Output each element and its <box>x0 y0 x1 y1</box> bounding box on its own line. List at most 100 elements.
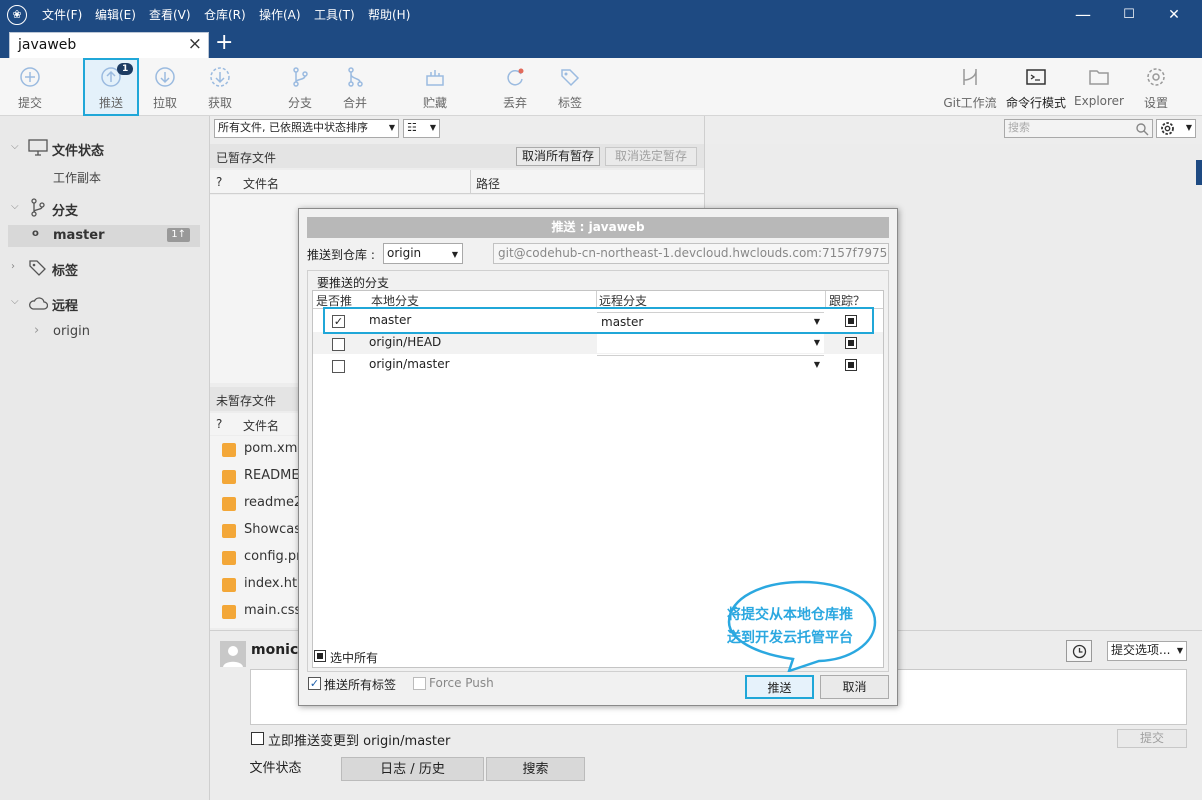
unstage-all-button[interactable]: 取消所有暂存 <box>516 147 600 166</box>
terminal-button[interactable]: 命令行模式 <box>1004 58 1068 116</box>
repo-tab[interactable]: javaweb × <box>9 32 209 58</box>
staged-files-title: 已暂存文件 <box>216 151 277 165</box>
push-immediately-label: 立即推送变更到 origin/master <box>268 734 451 749</box>
stash-button[interactable]: 贮藏 <box>407 58 463 116</box>
remote-select[interactable]: origin ▼ <box>383 243 463 264</box>
column-filename[interactable]: 文件名 <box>243 417 279 434</box>
menu-tools[interactable]: 工具(T) <box>314 6 355 23</box>
menu-edit[interactable]: 编辑(E) <box>95 6 136 23</box>
push-all-tags-checkbox[interactable]: ✓ <box>308 677 321 690</box>
file-sort-value: 所有文件, 已依照选中状态排序 <box>218 121 368 134</box>
push-count-badge: 1 <box>117 63 134 75</box>
menu-view[interactable]: 查看(V) <box>149 6 191 23</box>
table-row[interactable]: origin/HEAD ▼ <box>313 332 883 354</box>
select-all-checkbox[interactable] <box>314 650 326 662</box>
new-tab-button[interactable]: + <box>215 30 233 55</box>
tag-button[interactable]: 标签 <box>542 58 598 116</box>
commit-options-value: 提交选项... <box>1111 643 1171 657</box>
sidebar-item-remotes[interactable]: ⌵ 远程 <box>0 293 210 314</box>
push-branch-checkbox[interactable] <box>332 338 345 351</box>
tag-icon <box>561 69 580 87</box>
sidebar-item-branches[interactable]: ⌵ 分支 <box>0 198 210 219</box>
view-mode-select[interactable]: ☷ ▼ <box>403 119 440 138</box>
track-checkbox[interactable] <box>845 337 857 349</box>
fetch-button[interactable]: 获取 <box>192 58 248 116</box>
sidebar-item-file-status[interactable]: ⌵ 文件状态 <box>0 138 210 159</box>
chevron-down-icon: ⌵ <box>11 141 19 152</box>
branches-group-title: 要推送的分支 <box>317 276 390 290</box>
staged-column-headers: ? 文件名 路径 <box>210 170 704 194</box>
branch-button[interactable]: 分支 <box>272 58 328 116</box>
gear-icon <box>1161 122 1174 135</box>
gear-icon <box>1147 68 1165 86</box>
modified-file-icon <box>222 497 236 511</box>
column-status: ? <box>216 175 223 189</box>
file-name: main.css <box>244 603 302 618</box>
origin-remote-label: origin <box>53 324 91 339</box>
tab-search[interactable]: 搜索 <box>486 757 585 781</box>
dropdown-arrow-icon: ▼ <box>388 123 395 132</box>
merge-button[interactable]: 合并 <box>327 58 383 116</box>
pull-label: 拉取 <box>152 96 177 110</box>
branch-icon <box>31 198 45 217</box>
file-sort-select[interactable]: 所有文件, 已依照选中状态排序 ▼ <box>214 119 399 138</box>
maximize-button[interactable]: ☐ <box>1118 4 1140 26</box>
modified-file-icon <box>222 551 236 565</box>
push-branch-checkbox[interactable] <box>332 360 345 373</box>
sidebar-item-origin[interactable]: › origin <box>0 322 210 342</box>
table-row[interactable]: origin/master ▼ <box>313 354 883 376</box>
toolbar: 提交 1 推送 拉取 获取 分支 合并 贮藏 丢弃 标签 Git工作流 命令行模… <box>0 58 1202 116</box>
tab-close-icon[interactable]: × <box>188 34 202 54</box>
sidebar: ⌵ 文件状态 工作副本 ⌵ 分支 o master 1↑ › 标签 ⌵ 远程 ›… <box>0 116 210 800</box>
explorer-button[interactable]: Explorer <box>1071 58 1127 116</box>
search-input[interactable]: 搜索 <box>1004 119 1153 138</box>
remote-url-field[interactable]: git@codehub-cn-northeast-1.devcloud.hwcl… <box>493 243 889 264</box>
merge-label: 合并 <box>342 96 367 110</box>
menu-repository[interactable]: 仓库(R) <box>204 6 246 23</box>
stash-icon <box>426 70 444 86</box>
plus-circle-icon <box>20 67 40 87</box>
push-all-tags-label: 推送所有标签 <box>324 678 397 692</box>
menu-actions[interactable]: 操作(A) <box>259 6 301 23</box>
settings-label: 设置 <box>1143 96 1168 110</box>
dropdown-arrow-icon: ▼ <box>813 338 820 347</box>
tab-file-status[interactable]: 文件状态 <box>210 757 341 781</box>
push-immediately-checkbox[interactable] <box>251 732 264 745</box>
force-push-checkbox[interactable] <box>413 677 426 690</box>
commit-options-select[interactable]: 提交选项... ▼ <box>1107 641 1187 661</box>
discard-icon <box>507 68 524 86</box>
git-flow-button[interactable]: Git工作流 <box>938 58 1002 116</box>
chevron-right-icon: › <box>11 261 15 272</box>
history-button[interactable] <box>1066 640 1092 662</box>
terminal-icon <box>1026 69 1046 85</box>
menu-help[interactable]: 帮助(H) <box>368 6 410 23</box>
unstage-selected-button[interactable]: 取消选定暂存 <box>605 147 697 166</box>
modified-file-icon <box>222 524 236 538</box>
menu-file[interactable]: 文件(F) <box>42 6 82 23</box>
sidebar-item-working-copy[interactable]: 工作副本 <box>0 167 210 187</box>
push-submit-button[interactable]: 推送 <box>745 675 814 699</box>
search-options-button[interactable]: ▼ <box>1156 119 1196 138</box>
list-view-icon: ☷ <box>407 121 417 134</box>
pull-button[interactable]: 拉取 <box>137 58 193 116</box>
push-button[interactable]: 1 推送 <box>83 58 139 116</box>
column-status: ? <box>216 417 223 431</box>
settings-button[interactable]: 设置 <box>1128 58 1184 116</box>
scroll-indicator[interactable] <box>1196 160 1202 185</box>
remote-branch-combo[interactable]: ▼ <box>597 333 824 353</box>
tab-log-history[interactable]: 日志 / 历史 <box>341 757 484 781</box>
remote-branch-combo[interactable]: ▼ <box>597 355 824 375</box>
modified-file-icon <box>222 443 236 457</box>
column-filename[interactable]: 文件名 <box>243 175 279 192</box>
sidebar-item-tags[interactable]: › 标签 <box>0 258 210 279</box>
minimize-button[interactable]: — <box>1072 4 1094 26</box>
cancel-button[interactable]: 取消 <box>820 675 889 699</box>
column-path[interactable]: 路径 <box>476 175 500 192</box>
commit-submit-button[interactable]: 提交 <box>1117 729 1187 748</box>
commit-button[interactable]: 提交 <box>2 58 58 116</box>
track-checkbox[interactable] <box>845 359 857 371</box>
close-window-button[interactable]: ✕ <box>1163 4 1185 26</box>
sidebar-item-master[interactable]: o master 1↑ <box>8 225 200 247</box>
branch-label: 分支 <box>287 96 312 110</box>
discard-button[interactable]: 丢弃 <box>487 58 543 116</box>
